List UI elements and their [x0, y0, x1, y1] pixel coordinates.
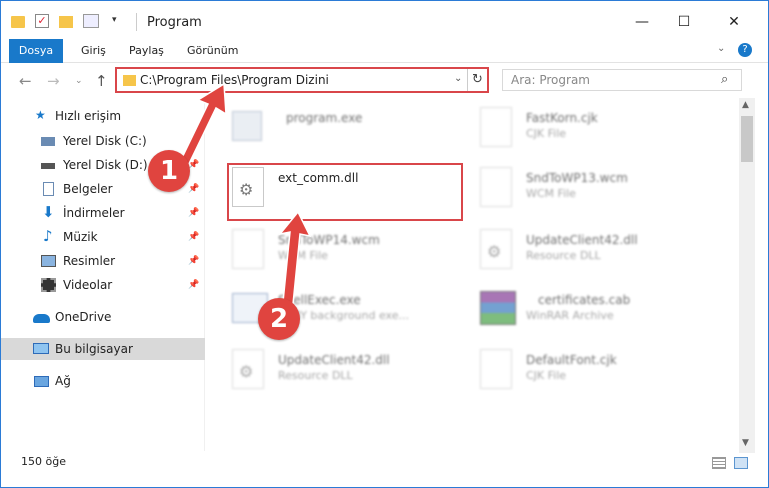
pin-icon[interactable]: 📌	[188, 178, 199, 200]
forward-arrow-icon[interactable]: →	[47, 72, 60, 90]
details-view-icon[interactable]	[712, 457, 726, 469]
pin-icon[interactable]: 📌	[188, 226, 199, 248]
properties-check-icon[interactable]: ✓	[35, 14, 49, 28]
tab-home[interactable]: Giriş	[81, 39, 106, 63]
address-dropdown-icon[interactable]: ⌄	[454, 73, 462, 84]
view-icon[interactable]	[83, 14, 99, 28]
scroll-thumb[interactable]	[741, 116, 753, 162]
step-1-badge: 1	[148, 150, 190, 192]
dll-file-icon	[232, 349, 264, 389]
sidebar-item-videos[interactable]: Videolar 📌	[1, 274, 205, 296]
address-folder-icon	[123, 75, 136, 86]
network-icon	[34, 376, 49, 387]
ribbon-tabs: Dosya Giriş Paylaş Görünüm ⌄ ?	[1, 39, 768, 63]
disk-icon	[41, 163, 55, 169]
large-icons-view-icon[interactable]	[734, 457, 748, 469]
list-item[interactable]: program.exe	[232, 107, 472, 163]
list-item[interactable]: UpdateClient42.dll Resource DLL	[232, 349, 472, 405]
search-placeholder: Ara: Program	[511, 73, 590, 87]
pictures-icon	[41, 255, 56, 267]
explorer-window: ✓ ▾ Program — ☐ ✕ Dosya Giriş Paylaş Gör…	[0, 0, 769, 488]
new-folder-icon[interactable]	[59, 16, 73, 28]
music-icon: ♪	[43, 227, 53, 245]
file-icon	[480, 349, 512, 389]
sidebar-item-quick-access[interactable]: ★ Hızlı erişim	[1, 105, 205, 127]
address-bar[interactable]: C:\Program Files\Program Dizini ⌄ ↻	[115, 67, 489, 93]
folder-icon[interactable]	[11, 16, 25, 28]
list-item[interactable]: FastKorn.cjk CJK File	[480, 107, 720, 163]
file-list: program.exe FastKorn.cjk CJK File ext_co…	[206, 101, 739, 451]
sidebar-item-music[interactable]: ♪ Müzik 📌	[1, 226, 205, 248]
help-icon[interactable]: ?	[738, 43, 752, 57]
sidebar-item-disk-c[interactable]: Yerel Disk (C:) 📌	[1, 130, 205, 152]
pin-icon[interactable]: 📌	[188, 274, 199, 296]
file-highlight-box	[227, 163, 463, 221]
list-item[interactable]: DefaultFont.cjk CJK File	[480, 349, 720, 405]
back-arrow-icon[interactable]: ←	[19, 72, 32, 90]
address-path[interactable]: C:\Program Files\Program Dizini	[140, 73, 329, 87]
search-input[interactable]: Ara: Program ⌕	[502, 69, 742, 91]
list-item[interactable]: UpdateClient42.dll Resource DLL	[480, 229, 720, 285]
download-icon: ⬇	[42, 203, 55, 221]
sidebar-item-downloads[interactable]: ⬇ İndirmeler 📌	[1, 202, 205, 224]
file-icon	[480, 107, 512, 147]
title-separator	[136, 13, 137, 31]
list-item[interactable]: SndToWP13.wcm WCM File	[480, 167, 720, 223]
computer-icon	[33, 343, 49, 354]
pin-icon[interactable]: 📌	[188, 202, 199, 224]
minimize-button[interactable]: —	[622, 9, 662, 35]
dll-file-icon	[480, 229, 512, 269]
file-icon	[480, 167, 512, 207]
list-item[interactable]: SndToWP14.wcm WCM File	[232, 229, 472, 285]
sidebar-item-pictures[interactable]: Resimler 📌	[1, 250, 205, 272]
tab-view[interactable]: Görünüm	[187, 39, 238, 63]
recent-locations-dropdown-icon[interactable]: ⌄	[75, 76, 83, 86]
pin-icon[interactable]: 📌	[188, 130, 199, 152]
step-2-badge: 2	[258, 298, 300, 340]
sidebar-item-this-pc[interactable]: Bu bilgisayar	[1, 338, 205, 360]
scroll-up-icon[interactable]: ▲	[742, 100, 749, 110]
maximize-button[interactable]: ☐	[664, 9, 704, 35]
search-icon[interactable]: ⌕	[721, 72, 728, 87]
pin-icon[interactable]: 📌	[188, 250, 199, 272]
star-icon: ★	[35, 108, 46, 122]
window-title: Program	[147, 15, 202, 30]
quick-access-dropdown-icon[interactable]: ▾	[112, 15, 117, 33]
scroll-down-icon[interactable]: ▼	[742, 438, 749, 448]
sidebar-item-network[interactable]: Ağ	[1, 370, 205, 392]
videos-icon	[41, 278, 56, 292]
cloud-icon	[33, 314, 50, 323]
archive-icon	[480, 291, 516, 325]
sidebar-item-onedrive[interactable]: OneDrive	[1, 306, 205, 328]
tab-share[interactable]: Paylaş	[129, 39, 164, 63]
tab-file[interactable]: Dosya	[9, 39, 63, 63]
documents-icon	[43, 182, 54, 196]
navigation-bar: ← → ⌄ ↑ C:\Program Files\Program Dizini …	[1, 64, 768, 98]
close-button[interactable]: ✕	[714, 9, 754, 35]
disk-icon	[41, 137, 55, 146]
vertical-scrollbar[interactable]: ▲ ▼	[739, 98, 755, 453]
exe-file-icon	[232, 111, 262, 141]
status-bar: 150 öğe	[1, 453, 768, 487]
refresh-icon[interactable]: ↻	[467, 69, 487, 91]
list-item[interactable]: certificates.cab WinRAR Archive	[480, 289, 720, 345]
file-icon	[232, 229, 264, 269]
up-arrow-icon[interactable]: ↑	[95, 72, 108, 90]
ribbon-expand-icon[interactable]: ⌄	[717, 43, 725, 54]
title-bar: ✓ ▾ Program — ☐ ✕	[1, 1, 768, 39]
item-count: 150 öğe	[21, 455, 66, 468]
